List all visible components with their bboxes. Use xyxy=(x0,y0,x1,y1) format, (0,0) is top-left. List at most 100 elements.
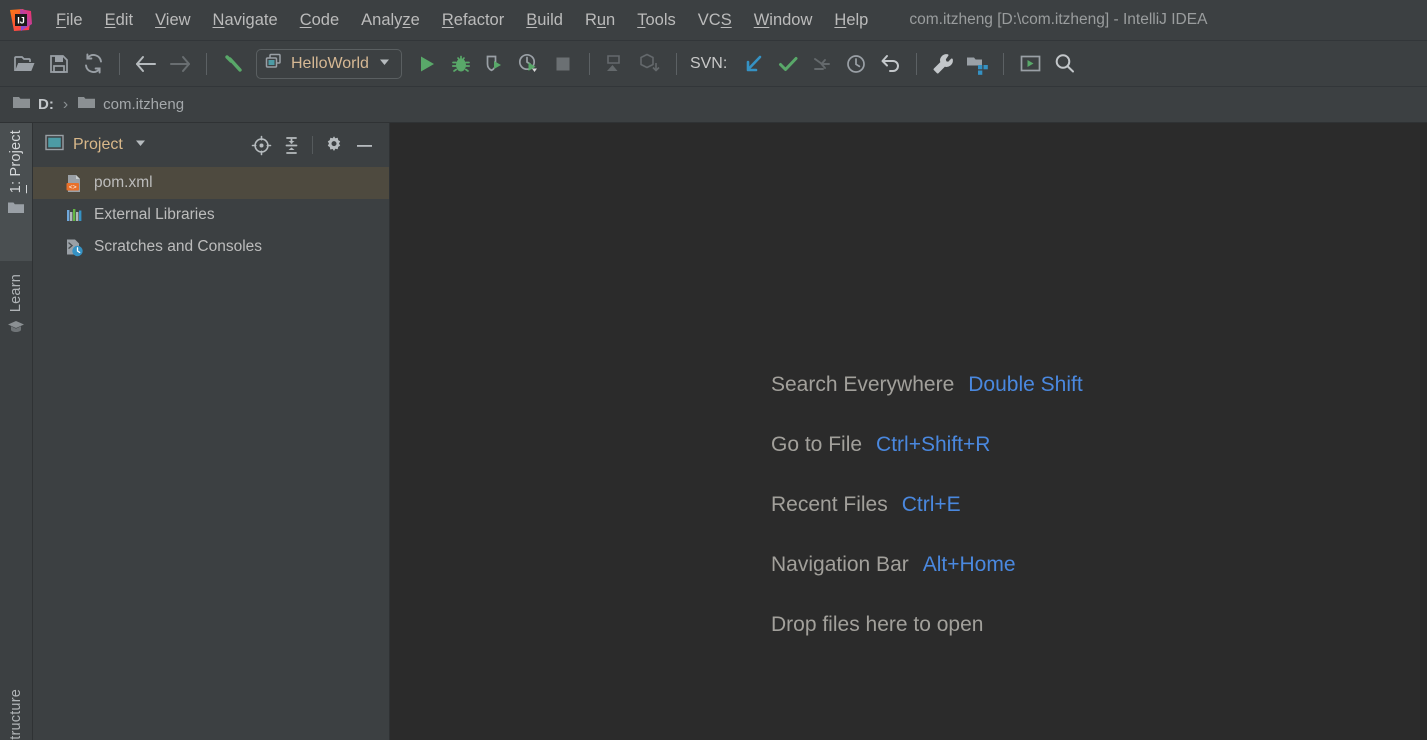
hint-label: Search Everywhere xyxy=(771,373,955,396)
svn-commit-check-icon[interactable] xyxy=(771,47,805,81)
hint-drop-files: Drop files here to open xyxy=(771,595,1083,655)
tree-label-scratches-and-consoles: Scratches and Consoles xyxy=(94,238,263,255)
run-configuration-selector[interactable]: HelloWorld xyxy=(256,48,402,79)
toolwindow-label-structure: Structure xyxy=(8,689,24,740)
toolwindow-button-learn[interactable]: Learn xyxy=(0,268,32,388)
menu-build[interactable]: Build xyxy=(515,8,574,33)
editor-hints: Search Everywhere Double Shift Go to Fil… xyxy=(771,355,1083,655)
toolwindow-label-learn: Learn xyxy=(8,274,24,313)
arrow-left-icon[interactable] xyxy=(129,47,163,81)
svn-label: SVN: xyxy=(689,54,728,72)
project-panel-header: Project xyxy=(33,123,389,167)
svg-text:<>: <> xyxy=(69,184,77,191)
breadcrumb-item-drive[interactable]: D: xyxy=(12,94,54,115)
hint-shortcut: Ctrl+Shift+R xyxy=(876,433,991,456)
project-view-icon xyxy=(45,134,64,156)
window-title: com.itzheng [D:\com.itzheng] - IntelliJ … xyxy=(909,11,1208,28)
menu-file[interactable]: File xyxy=(45,8,94,33)
tree-item-scratches-and-consoles[interactable]: Scratches and Consoles xyxy=(33,231,389,263)
run-with-coverage-icon[interactable] xyxy=(478,47,512,81)
chevron-down-icon[interactable] xyxy=(377,54,392,74)
open-folder-icon[interactable] xyxy=(8,47,42,81)
locate-crosshair-icon[interactable] xyxy=(246,130,276,160)
breadcrumb-item-project[interactable]: com.itzheng xyxy=(77,94,184,115)
hint-shortcut: Double Shift xyxy=(968,373,1083,396)
hint-search-everywhere: Search Everywhere Double Shift xyxy=(771,355,1083,415)
hint-shortcut: Alt+Home xyxy=(922,553,1016,576)
toolbar-separator xyxy=(588,52,590,75)
menu-window[interactable]: Window xyxy=(743,8,824,33)
project-structure-icon[interactable] xyxy=(960,47,994,81)
breadcrumb-label-project: com.itzheng xyxy=(103,96,185,113)
arrow-right-icon xyxy=(163,47,197,81)
graduation-cap-icon xyxy=(7,319,25,339)
hint-recent-files: Recent Files Ctrl+E xyxy=(771,475,1083,535)
left-toolwindow-strip: 1: Project Learn Structure xyxy=(0,123,33,740)
menu-code[interactable]: Code xyxy=(289,8,350,33)
tree-label-pom-xml: pom.xml xyxy=(94,174,153,191)
folder-icon xyxy=(77,94,96,115)
tree-item-external-libraries[interactable]: External Libraries xyxy=(33,199,389,231)
xml-file-icon: <> xyxy=(65,174,84,193)
intellij-idea-window: IJ File Edit View Navigate Code Analyze … xyxy=(0,0,1427,740)
save-disk-icon[interactable] xyxy=(42,47,76,81)
scratches-icon xyxy=(65,238,84,257)
toolbar-separator xyxy=(206,52,207,75)
gear-icon[interactable] xyxy=(319,130,349,160)
attach-debugger-icon xyxy=(599,47,633,81)
collapse-all-icon[interactable] xyxy=(276,130,306,160)
menu-refactor[interactable]: Refactor xyxy=(431,8,515,33)
folder-icon xyxy=(12,94,31,115)
update-project-icon xyxy=(633,47,667,81)
hint-go-to-file: Go to File Ctrl+Shift+R xyxy=(771,415,1083,475)
run-play-icon[interactable] xyxy=(410,47,444,81)
hint-navigation-bar: Navigation Bar Alt+Home xyxy=(771,535,1083,595)
svn-update-arrow-icon[interactable] xyxy=(737,47,771,81)
tree-label-external-libraries: External Libraries xyxy=(94,206,215,223)
run-window-icon[interactable] xyxy=(1013,47,1047,81)
hint-label: Navigation Bar xyxy=(771,553,909,576)
toolbar-separator xyxy=(916,52,918,75)
chevron-down-icon[interactable] xyxy=(133,135,148,155)
toolwindow-button-project[interactable]: 1: Project xyxy=(0,123,32,261)
svn-merge-icon xyxy=(805,47,839,81)
debug-bug-icon[interactable] xyxy=(444,47,478,81)
profile-clock-icon[interactable] xyxy=(512,47,546,81)
intellij-idea-logo-icon: IJ xyxy=(7,7,33,33)
breadcrumb-label-drive: D: xyxy=(38,96,54,113)
menu-view[interactable]: View xyxy=(144,8,201,33)
minimize-icon[interactable] xyxy=(349,130,379,160)
menu-edit[interactable]: Edit xyxy=(94,8,144,33)
editor-area[interactable]: Search Everywhere Double Shift Go to Fil… xyxy=(390,123,1427,740)
menu-vcs[interactable]: VCS xyxy=(687,8,743,33)
menu-tools[interactable]: Tools xyxy=(626,8,687,33)
menu-bar: IJ File Edit View Navigate Code Analyze … xyxy=(0,0,1427,41)
menu-analyze[interactable]: Analyze xyxy=(350,8,431,33)
toolbar-separator xyxy=(675,52,677,75)
panel-header-separator xyxy=(312,136,313,154)
settings-wrench-icon[interactable] xyxy=(926,47,960,81)
menu-navigate[interactable]: Navigate xyxy=(202,8,289,33)
project-panel-title: Project xyxy=(73,136,123,153)
sync-refresh-icon[interactable] xyxy=(76,47,110,81)
menu-run[interactable]: Run xyxy=(574,8,626,33)
build-hammer-icon[interactable] xyxy=(216,47,250,81)
project-tree: <> pom.xml External Libraries Scratches … xyxy=(33,167,389,263)
menu-help[interactable]: Help xyxy=(823,8,879,33)
hint-shortcut: Ctrl+E xyxy=(901,493,961,516)
hint-label: Go to File xyxy=(771,433,863,456)
folder-icon xyxy=(7,200,25,220)
svn-history-clock-icon[interactable] xyxy=(839,47,873,81)
toolbar-separator xyxy=(1003,52,1005,75)
toolwindow-label-project: 1: Project xyxy=(8,130,24,194)
toolwindow-button-structure[interactable]: Structure xyxy=(0,683,32,740)
hint-label: Drop files here to open xyxy=(771,613,984,636)
run-configuration-icon xyxy=(264,52,283,76)
search-icon[interactable] xyxy=(1047,47,1081,81)
svn-rollback-undo-icon[interactable] xyxy=(873,47,907,81)
tree-item-pom-xml[interactable]: <> pom.xml xyxy=(33,167,389,199)
navigation-breadcrumb: D: › com.itzheng xyxy=(0,87,1427,123)
stop-square-icon xyxy=(546,47,580,81)
menu-items-container: File Edit View Navigate Code Analyze Ref… xyxy=(45,8,879,33)
breadcrumb-separator: › xyxy=(62,95,69,113)
